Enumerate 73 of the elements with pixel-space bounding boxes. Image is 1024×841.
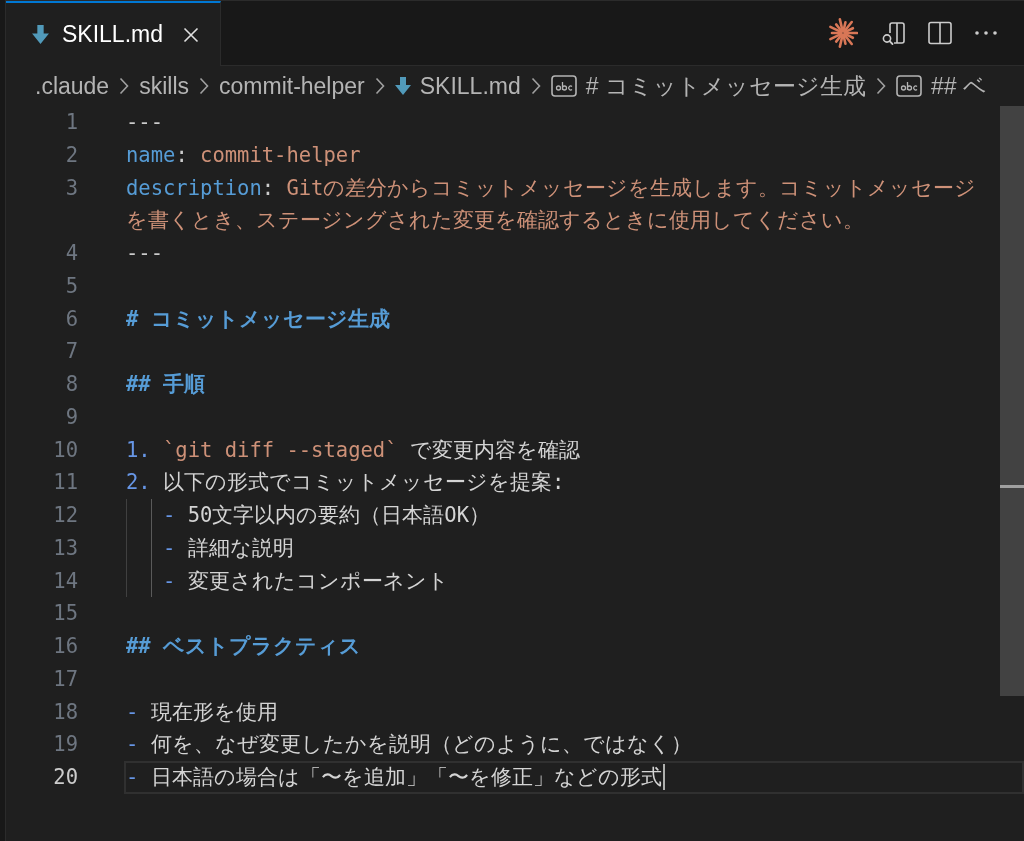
line-number: 16 bbox=[53, 633, 78, 660]
front-matter-key: name bbox=[126, 138, 176, 172]
text-cursor bbox=[662, 764, 665, 791]
inline-code: `git diff --staged` bbox=[163, 436, 398, 464]
list-text: 日本語の場合は「〜を追加」「〜を修正」などの形式 bbox=[150, 764, 662, 791]
list-text: 詳細な説明 bbox=[187, 534, 294, 562]
arrow-down-icon bbox=[394, 77, 411, 95]
list-marker: - bbox=[126, 764, 139, 791]
markdown-heading: ## ベストプラクティス bbox=[126, 633, 362, 660]
list-marker: 2. bbox=[126, 469, 151, 497]
line-number: 18 bbox=[53, 698, 78, 726]
line-number: 20 bbox=[53, 764, 78, 791]
line-number: 2 bbox=[65, 141, 78, 169]
list-text: 何を、なぜ変更したかを説明（どのように、ではなく） bbox=[150, 731, 692, 759]
chevron-right-icon bbox=[199, 77, 209, 95]
line-number: 9 bbox=[65, 403, 78, 431]
breadcrumb-item[interactable]: skills bbox=[139, 68, 189, 104]
front-matter-value: Gitの差分からコミットメッセージを生成します。コミットメッセージ bbox=[286, 174, 977, 202]
chevron-right-icon bbox=[374, 77, 385, 95]
chevron-right-icon bbox=[119, 77, 130, 95]
arrow-down-icon bbox=[32, 25, 49, 44]
breadcrumb-item[interactable]: SKILL.md bbox=[394, 68, 521, 104]
line-number: 10 bbox=[53, 436, 78, 464]
editor-tab[interactable]: SKILL.md bbox=[6, 1, 221, 66]
list-text: で変更内容を確認 bbox=[409, 436, 580, 464]
list-text: 変更されたコンポーネント bbox=[187, 567, 449, 595]
line-number: 8 bbox=[65, 371, 78, 398]
front-matter-delimiter: --- bbox=[126, 240, 164, 267]
front-matter-delimiter: --- bbox=[126, 109, 164, 136]
breadcrumb-item[interactable]: commit-helper bbox=[219, 68, 365, 104]
panel-search-icon[interactable] bbox=[880, 20, 906, 46]
more-icon[interactable] bbox=[974, 30, 998, 36]
line-number: 12 bbox=[53, 502, 78, 529]
line-number: 11 bbox=[53, 469, 78, 497]
list-marker: - bbox=[163, 534, 176, 562]
line-number: 14 bbox=[53, 567, 78, 595]
line-number: 17 bbox=[53, 665, 78, 693]
line-number: 15 bbox=[53, 600, 78, 628]
front-matter-key: description bbox=[126, 171, 262, 205]
line-number: 3 bbox=[65, 174, 78, 202]
chevron-right-icon bbox=[875, 77, 886, 95]
line-number: 6 bbox=[65, 305, 78, 333]
close-icon bbox=[183, 26, 199, 43]
list-text: 現在形を使用 bbox=[150, 698, 278, 726]
breadcrumb-item[interactable]: .claude bbox=[35, 68, 110, 104]
breadcrumb-item[interactable]: ## ベ bbox=[895, 68, 987, 104]
list-marker: - bbox=[163, 502, 176, 529]
line-number: 1 bbox=[65, 109, 78, 136]
list-text: 50文字以内の要約（日本語OK） bbox=[187, 502, 491, 529]
list-marker: - bbox=[126, 698, 139, 726]
list-text: 以下の形式でコミットメッセージを提案: bbox=[163, 469, 565, 497]
list-marker: 1. bbox=[126, 436, 151, 464]
markdown-heading: # コミットメッセージ生成 bbox=[126, 305, 390, 333]
colon: : bbox=[261, 174, 275, 202]
scrollbar-marker bbox=[1000, 485, 1024, 488]
list-marker: - bbox=[126, 731, 139, 759]
text-symbol-icon bbox=[550, 75, 577, 97]
line-number: 7 bbox=[65, 338, 78, 366]
split-editor-icon[interactable] bbox=[928, 21, 952, 45]
text-symbol-icon bbox=[895, 75, 922, 97]
front-matter-value: を書くとき、ステージングされた変更を確認するときに使用してください。 bbox=[126, 207, 864, 235]
line-number: 4 bbox=[65, 240, 78, 267]
breadcrumb-item[interactable]: # コミットメッセージ生成 bbox=[550, 68, 866, 104]
starburst-icon[interactable] bbox=[828, 18, 858, 48]
scrollbar-thumb[interactable] bbox=[1000, 106, 1024, 696]
colon: : bbox=[175, 141, 188, 169]
line-number: 13 bbox=[53, 534, 78, 562]
markdown-heading: ## 手順 bbox=[126, 371, 206, 398]
line-number: 5 bbox=[65, 272, 78, 300]
line-number: 19 bbox=[53, 731, 78, 759]
front-matter-value: commit-helper bbox=[200, 141, 361, 169]
list-marker: - bbox=[163, 567, 176, 595]
chevron-right-icon bbox=[530, 77, 541, 95]
